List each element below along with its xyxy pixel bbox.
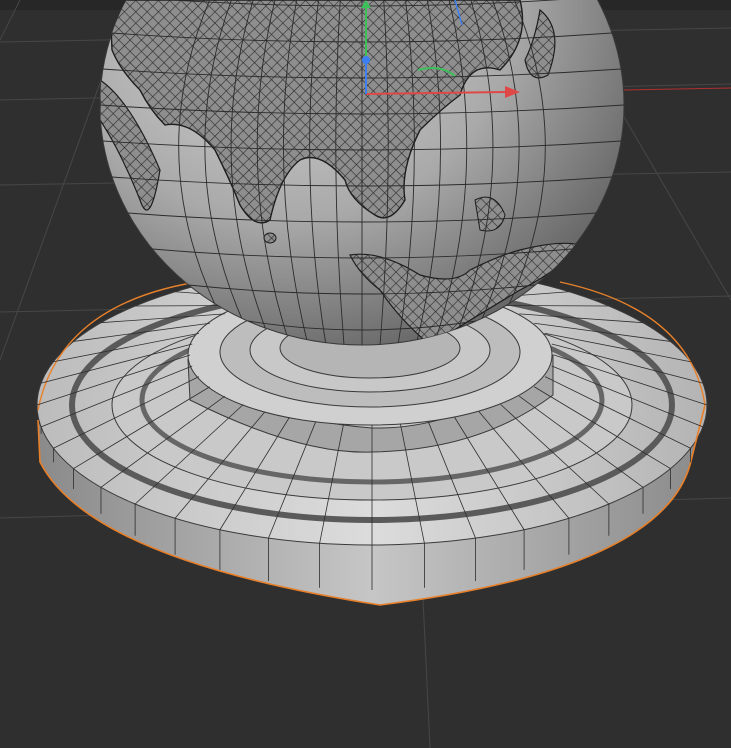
viewport-scene[interactable] <box>0 0 731 748</box>
gizmo-z-handle-icon[interactable] <box>362 56 370 64</box>
base-radial-edge <box>500 305 609 307</box>
continent-srilanka <box>263 232 277 244</box>
3d-viewport[interactable] <box>0 0 731 748</box>
